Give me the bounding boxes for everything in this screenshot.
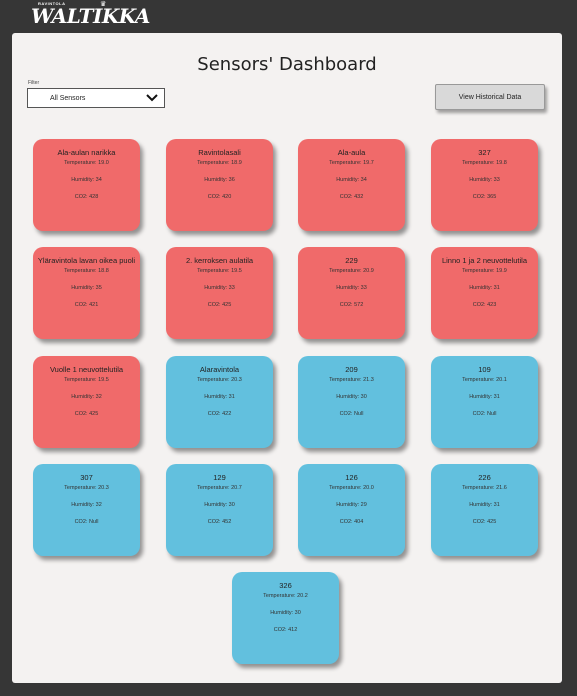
sensor-co2: CO2: Null: [339, 411, 364, 417]
sensor-card[interactable]: Ala-aulan narikka Temperature: 19.0 Humidi…: [33, 139, 140, 231]
sensor-card[interactable]: 2. kerroksen aulatila Temperature: 19.5 Hu…: [166, 247, 273, 339]
sensor-co2: CO2: 412: [273, 627, 298, 633]
sensor-card[interactable]: 327 Temperature: 19.8 Humidity: 33 CO2: 365: [431, 139, 538, 231]
sensor-humidity: Humidity: 34: [336, 177, 367, 183]
sensor-name: 129: [213, 473, 226, 482]
sensor-name: 109: [478, 365, 491, 374]
sensor-card[interactable]: Ravintolasali Temperature: 18.9 Humidity: …: [166, 139, 273, 231]
sensor-name: Vuolle 1 neuvottelutila: [49, 365, 124, 374]
view-historical-data-button[interactable]: View Historical Data: [435, 84, 545, 110]
sensor-co2: CO2: 422: [207, 411, 232, 417]
sensor-card[interactable]: Linno 1 ja 2 neuvottelutila Temperature: …: [431, 247, 538, 339]
sensor-temperature: Temperature: 19.7: [329, 160, 374, 166]
sensor-humidity: Humidity: 32: [71, 394, 102, 400]
sensor-name: 209: [345, 365, 358, 374]
sensor-card[interactable]: Yläravintola lavan oikea puoli Temperatur…: [33, 247, 140, 339]
sensor-card[interactable]: 129 Temperature: 20.7 Humidity: 30 CO2: 452: [166, 464, 273, 556]
sensor-name: 229: [345, 256, 358, 265]
sensor-temperature: Temperature: 21.3: [329, 377, 374, 383]
sensor-name: Alaravintola: [199, 365, 240, 374]
sensor-name: Linno 1 ja 2 neuvottelutila: [441, 256, 528, 265]
sensor-co2: CO2: 452: [207, 519, 232, 525]
sensor-name: 2. kerroksen aulatila: [185, 256, 254, 265]
sensor-humidity: Humidity: 30: [204, 502, 235, 508]
sensor-name: 307: [80, 473, 93, 482]
sensor-humidity: Humidity: 33: [336, 285, 367, 291]
sensor-card[interactable]: 326 Temperature: 20.2 Humidity: 30 CO2: 412: [232, 572, 339, 664]
sensor-co2: CO2: Null: [74, 519, 99, 525]
sensor-card[interactable]: 229 Temperature: 20.9 Humidity: 33 CO2: 572: [298, 247, 405, 339]
sensor-humidity: Humidity: 31: [469, 285, 500, 291]
sensor-temperature: Temperature: 19.0: [64, 160, 109, 166]
sensor-co2: CO2: Null: [472, 411, 497, 417]
sensor-humidity: Humidity: 30: [336, 394, 367, 400]
sensor-card[interactable]: 307 Temperature: 20.3 Humidity: 32 CO2: Nul…: [33, 464, 140, 556]
sensor-co2: CO2: 428: [74, 194, 99, 200]
sensor-humidity: Humidity: 31: [204, 394, 235, 400]
sensor-temperature: Temperature: 20.0: [329, 485, 374, 491]
sensor-temperature: Temperature: 21.6: [462, 485, 507, 491]
sensor-card[interactable]: 126 Temperature: 20.0 Humidity: 29 CO2: 404: [298, 464, 405, 556]
sensor-co2: CO2: 404: [339, 519, 364, 525]
sensor-temperature: Temperature: 20.2: [263, 593, 308, 599]
sensor-co2: CO2: 425: [472, 519, 497, 525]
dashboard-panel: Sensors' Dashboard Filter All Sensors Vi…: [12, 33, 562, 683]
sensor-co2: CO2: 423: [472, 302, 497, 308]
sensor-card[interactable]: 109 Temperature: 20.1 Humidity: 31 CO2: Nul…: [431, 356, 538, 448]
sensor-humidity: Humidity: 31: [469, 394, 500, 400]
sensor-temperature: Temperature: 20.7: [197, 485, 242, 491]
sensor-name: 126: [345, 473, 358, 482]
sensor-card[interactable]: 209 Temperature: 21.3 Humidity: 30 CO2: Nul…: [298, 356, 405, 448]
sensor-name: 327: [478, 148, 491, 157]
sensor-card[interactable]: Ala-aula Temperature: 19.7 Humidity: 34 CO2…: [298, 139, 405, 231]
filter-selected-value: All Sensors: [50, 95, 86, 102]
filter-label: Filter: [28, 80, 40, 86]
logo-brand: WALTIKKA: [31, 4, 150, 28]
sensor-card[interactable]: Vuolle 1 neuvottelutila Temperature: 19.5…: [33, 356, 140, 448]
sensor-name: Ravintolasali: [198, 148, 241, 157]
waltikka-logo: RAVINTOLA WALTIKKA ♛: [30, 0, 150, 30]
sensor-humidity: Humidity: 31: [469, 502, 500, 508]
sensor-humidity: Humidity: 35: [71, 285, 102, 291]
crown-icon: ♛: [100, 1, 107, 8]
page-title: Sensors' Dashboard: [197, 54, 377, 75]
sensor-humidity: Humidity: 29: [336, 502, 367, 508]
sensor-co2: CO2: 420: [207, 194, 232, 200]
sensor-co2: CO2: 572: [339, 302, 364, 308]
sensor-name: 226: [478, 473, 491, 482]
sensor-humidity: Humidity: 36: [204, 177, 235, 183]
sensor-name: 326: [279, 581, 292, 590]
sensor-co2: CO2: 425: [207, 302, 232, 308]
sensor-humidity: Humidity: 33: [469, 177, 500, 183]
sensor-temperature: Temperature: 20.3: [64, 485, 109, 491]
sensor-filter-select[interactable]: All Sensors: [27, 88, 165, 108]
sensor-name: Ala-aulan narikka: [57, 148, 116, 157]
sensor-name: Ala-aula: [337, 148, 366, 157]
sensor-co2: CO2: 432: [339, 194, 364, 200]
sensor-humidity: Humidity: 30: [270, 610, 301, 616]
sensor-temperature: Temperature: 20.9: [329, 268, 374, 274]
sensor-humidity: Humidity: 33: [204, 285, 235, 291]
sensor-card[interactable]: Alaravintola Temperature: 20.3 Humidity: 3…: [166, 356, 273, 448]
sensor-temperature: Temperature: 18.8: [64, 268, 109, 274]
sensor-temperature: Temperature: 18.9: [197, 160, 242, 166]
sensor-temperature: Temperature: 19.8: [462, 160, 507, 166]
sensor-co2: CO2: 421: [74, 302, 99, 308]
sensor-co2: CO2: 365: [472, 194, 497, 200]
sensor-co2: CO2: 425: [74, 411, 99, 417]
sensor-temperature: Temperature: 19.5: [64, 377, 109, 383]
sensor-temperature: Temperature: 20.1: [462, 377, 507, 383]
sensor-temperature: Temperature: 19.9: [462, 268, 507, 274]
sensor-temperature: Temperature: 20.3: [197, 377, 242, 383]
sensor-humidity: Humidity: 34: [71, 177, 102, 183]
sensor-card[interactable]: 226 Temperature: 21.6 Humidity: 31 CO2: 425: [431, 464, 538, 556]
chevron-down-icon: [146, 94, 158, 102]
sensor-humidity: Humidity: 32: [71, 502, 102, 508]
sensor-temperature: Temperature: 19.5: [197, 268, 242, 274]
sensor-name: Yläravintola lavan oikea puoli: [37, 256, 136, 265]
